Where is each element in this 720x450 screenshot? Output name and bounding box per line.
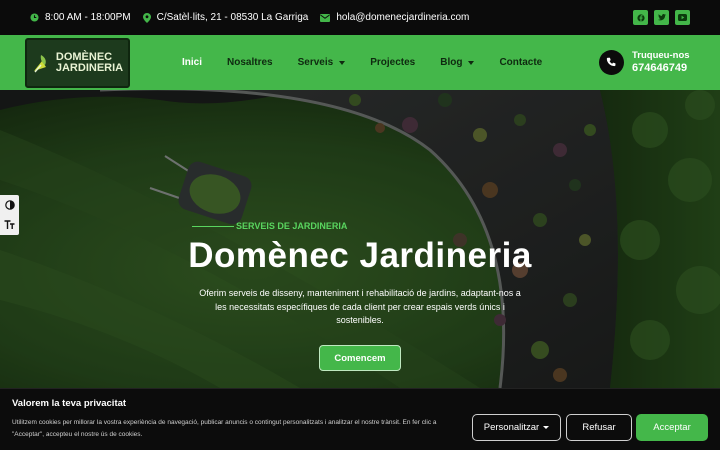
map-pin-icon	[142, 12, 151, 23]
nav-item-serveis[interactable]: Serveis	[298, 57, 346, 68]
chevron-down-icon	[543, 426, 550, 429]
hero-eyebrow: SERVEIS DE JARDINERIA	[192, 221, 347, 231]
main-header: DOMÈNEC JARDINERIA Inici Nosaltres Serve…	[0, 35, 720, 90]
site-logo[interactable]: DOMÈNEC JARDINERIA	[25, 38, 130, 88]
cookie-title: Valorem la teva privacitat	[12, 398, 127, 409]
chevron-down-icon	[468, 60, 475, 65]
twitter-icon[interactable]	[654, 10, 669, 25]
envelope-icon	[320, 13, 331, 22]
email-link[interactable]: hola@domenecjardineria.com	[336, 12, 469, 23]
phone-icon	[599, 50, 624, 75]
social-links	[633, 10, 690, 25]
chevron-down-icon	[339, 60, 346, 65]
accessibility-toolbar	[0, 195, 19, 235]
youtube-icon[interactable]	[675, 10, 690, 25]
clock-icon	[30, 13, 39, 22]
nav-item-contacte[interactable]: Contacte	[499, 57, 542, 68]
phone-label: Truqueu-nos	[632, 50, 690, 61]
hero-description: Oferim serveis de disseny, manteniment i…	[199, 288, 521, 325]
phone-cta[interactable]: Truqueu-nos 674646749	[599, 50, 690, 75]
phone-number[interactable]: 674646749	[632, 62, 690, 75]
nav-item-blog[interactable]: Blog	[440, 57, 475, 68]
leaf-logo-icon	[33, 55, 46, 73]
start-button[interactable]: Comencem	[319, 345, 401, 371]
contrast-icon[interactable]	[0, 195, 19, 215]
facebook-icon[interactable]	[633, 10, 648, 25]
hours-text: 8:00 AM - 18:00PM	[45, 12, 131, 23]
main-nav: Inici Nosaltres Serveis Projectes Blog C…	[182, 35, 567, 90]
hero-title: Domènec Jardineria	[188, 236, 532, 275]
hours-info: 8:00 AM - 18:00PM	[30, 12, 131, 23]
reject-button[interactable]: Refusar	[566, 414, 632, 441]
customize-button[interactable]: Personalitzar	[472, 414, 561, 441]
top-bar: 8:00 AM - 18:00PM C/Satèl·lits, 21 - 085…	[0, 0, 720, 35]
accept-button[interactable]: Acceptar	[636, 414, 708, 441]
nav-item-nosaltres[interactable]: Nosaltres	[227, 57, 273, 68]
logo-line-2: JARDINERIA	[55, 62, 124, 74]
address-info: C/Satèl·lits, 21 - 08530 La Garriga	[142, 12, 309, 23]
nav-item-inici[interactable]: Inici	[182, 57, 202, 68]
address-text: C/Satèl·lits, 21 - 08530 La Garriga	[156, 12, 309, 23]
eyebrow-text: SERVEIS DE JARDINERIA	[236, 221, 348, 231]
hero-section: SERVEIS DE JARDINERIA Domènec Jardineria…	[0, 90, 720, 388]
eyebrow-line	[192, 225, 234, 227]
cookie-text: Utilitzem cookies per millorar la vostra…	[12, 419, 437, 438]
nav-item-projectes[interactable]: Projectes	[370, 57, 415, 68]
email-info[interactable]: hola@domenecjardineria.com	[320, 12, 469, 23]
text-size-icon[interactable]	[0, 215, 19, 235]
cookie-banner: Valorem la teva privacitat Utilitzem coo…	[0, 388, 720, 450]
